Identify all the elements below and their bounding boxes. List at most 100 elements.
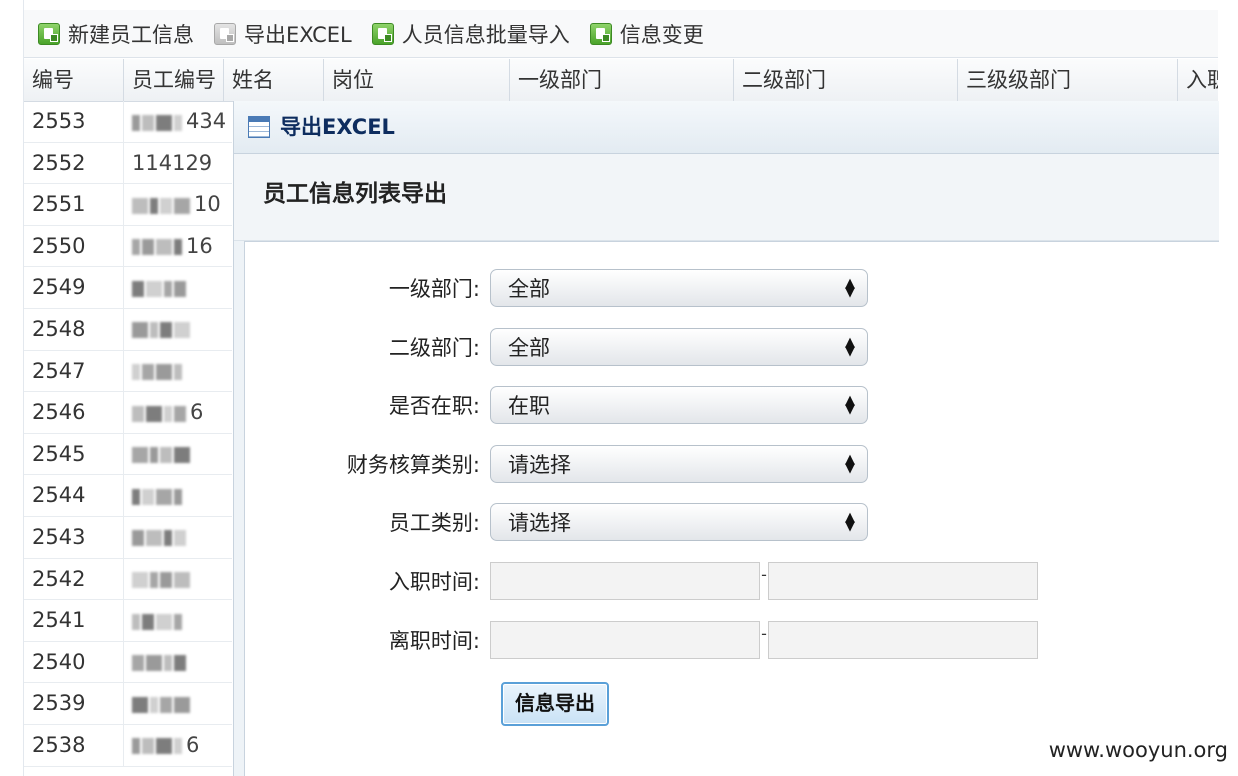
finance-select[interactable]: 请选择 ▲ ▼ xyxy=(490,445,868,483)
col-header-id[interactable]: 编号 xyxy=(24,59,124,101)
row-id: 2541 xyxy=(24,600,124,641)
hire-label: 入职时间: xyxy=(388,570,480,594)
table-row[interactable]: 2538 6 xyxy=(24,724,232,767)
table-row[interactable]: 2552 114129 xyxy=(24,142,232,185)
row-emp-no: 114129 xyxy=(124,143,232,184)
dept2-value: 全部 xyxy=(508,336,550,360)
hire-end-input[interactable] xyxy=(768,562,1038,600)
row-id: 2553 xyxy=(24,101,124,142)
info-change-label: 信息变更 xyxy=(619,22,704,47)
emp-no-text: 16 xyxy=(186,233,213,258)
new-employee-button[interactable]: 新建员工信息 xyxy=(38,19,194,49)
batch-import-button[interactable]: 人员信息批量导入 xyxy=(371,19,570,49)
table-row[interactable]: 2540 xyxy=(24,641,232,684)
dialog-heading: 员工信息列表导出 xyxy=(263,181,447,207)
table-row[interactable]: 2553 434 xyxy=(24,101,232,143)
emp-no-text: 6 xyxy=(186,732,200,757)
grid-body: 2553 434 2552 114129 2551 10 2550 16 2549 2548 254… xyxy=(24,101,232,767)
leave-label: 离职时间: xyxy=(388,629,480,653)
table-icon xyxy=(248,116,270,138)
grid-header: 编号 员工编号 姓名 岗位 一级部门 二级部门 三级级部门 入职 xyxy=(24,59,1218,102)
row-emp-no: 6 xyxy=(124,392,232,433)
finance-label: 财务核算类别: xyxy=(346,453,480,477)
col-header-position[interactable]: 岗位 xyxy=(324,59,510,101)
batch-import-label: 人员信息批量导入 xyxy=(401,22,570,47)
row-emp-no xyxy=(124,559,232,600)
hire-start-input[interactable] xyxy=(490,562,760,600)
redacted-block xyxy=(132,601,184,641)
row-emp-no xyxy=(124,517,232,558)
row-emp-no: 324 xyxy=(124,434,232,475)
row-id: 2544 xyxy=(24,475,124,516)
select-arrows-icon: ▲ ▼ xyxy=(845,335,855,359)
col-header-dept1[interactable]: 一级部门 xyxy=(510,59,734,101)
row-id: 2549 xyxy=(24,267,124,308)
row-emp-no xyxy=(124,683,232,724)
dept1-select[interactable]: 全部 ▲ ▼ xyxy=(490,269,868,307)
redacted-block xyxy=(132,684,192,724)
row-id: 2543 xyxy=(24,516,124,558)
select-arrows-icon: ▲ ▼ xyxy=(845,276,855,300)
row-id: 2538 xyxy=(24,724,124,766)
row-emp-no xyxy=(124,351,232,392)
table-row[interactable]: 2545324 xyxy=(24,433,232,476)
export-dialog: 导出EXCEL 员工信息列表导出 一级部门: 全部 ▲ ▼ 二级部门: 全部 ▲ ▼… xyxy=(233,101,1219,776)
col-header-emp-no[interactable]: 员工编号 xyxy=(124,59,224,101)
redacted-block xyxy=(132,226,184,266)
left-gutter xyxy=(0,0,23,776)
redacted-block xyxy=(132,268,188,308)
redacted-block xyxy=(132,642,188,682)
col-header-dept3[interactable]: 三级级部门 xyxy=(958,59,1178,101)
row-id: 2539 xyxy=(24,683,124,724)
redacted-block xyxy=(132,725,184,765)
row-id: 2551 xyxy=(24,184,124,225)
emptype-label: 员工类别: xyxy=(388,511,480,535)
emptype-select[interactable]: 请选择 ▲ ▼ xyxy=(490,503,868,541)
form-row-finance: 财务核算类别: 请选择 ▲ ▼ xyxy=(245,444,868,484)
table-row[interactable]: 2539 xyxy=(24,683,232,725)
dept2-label: 二级部门: xyxy=(388,336,480,360)
table-row[interactable]: 2546 6 xyxy=(24,392,232,434)
redacted-block xyxy=(132,309,192,349)
dialog-title: 导出EXCEL xyxy=(280,115,395,139)
export-info-button[interactable]: 信息导出 xyxy=(501,682,609,726)
col-header-name[interactable]: 姓名 xyxy=(224,59,324,101)
info-change-button[interactable]: 信息变更 xyxy=(589,19,704,49)
dept2-select[interactable]: 全部 ▲ ▼ xyxy=(490,328,868,366)
row-id: 2546 xyxy=(24,392,124,433)
dept1-label: 一级部门: xyxy=(388,277,480,301)
row-emp-no: 6 xyxy=(124,725,232,766)
row-emp-no xyxy=(124,600,232,641)
redacted-block xyxy=(132,393,188,433)
emp-no-text: 10 xyxy=(194,192,221,217)
table-row[interactable]: 2551 10 xyxy=(24,184,232,226)
col-header-dept2[interactable]: 二级部门 xyxy=(734,59,958,101)
employed-select[interactable]: 在职 ▲ ▼ xyxy=(490,386,868,424)
leave-end-input[interactable] xyxy=(768,621,1038,659)
gear-icon xyxy=(214,22,236,45)
row-id: 2545 xyxy=(24,433,124,475)
table-row[interactable]: 2542 xyxy=(24,558,232,601)
emp-no-text: 114129 xyxy=(132,150,213,175)
table-row[interactable]: 2550 16 xyxy=(24,225,232,268)
table-row[interactable]: 2544 xyxy=(24,475,232,517)
table-row[interactable]: 2543 xyxy=(24,516,232,559)
row-emp-no xyxy=(124,309,232,350)
table-row[interactable]: 2548 xyxy=(24,308,232,351)
emptype-value: 请选择 xyxy=(508,511,571,535)
select-arrows-icon: ▲ ▼ xyxy=(845,452,855,476)
table-row[interactable]: 2549 xyxy=(24,267,232,309)
form-row-leave-date: 离职时间: - xyxy=(245,620,1038,660)
table-row[interactable]: 2541 xyxy=(24,600,232,642)
employed-value: 在职 xyxy=(508,394,550,418)
leave-start-input[interactable] xyxy=(490,621,760,659)
employed-label: 是否在职: xyxy=(388,394,480,418)
table-row[interactable]: 2547 xyxy=(24,350,232,393)
export-excel-button[interactable]: 导出EXCEL xyxy=(214,19,352,49)
redacted-block xyxy=(132,102,184,142)
row-emp-no xyxy=(124,642,232,683)
new-employee-label: 新建员工信息 xyxy=(68,22,194,47)
emp-no-text: 6 xyxy=(190,400,204,425)
col-header-hire[interactable]: 入职 xyxy=(1178,59,1218,101)
form-row-hire-date: 入职时间: - xyxy=(245,561,1038,601)
